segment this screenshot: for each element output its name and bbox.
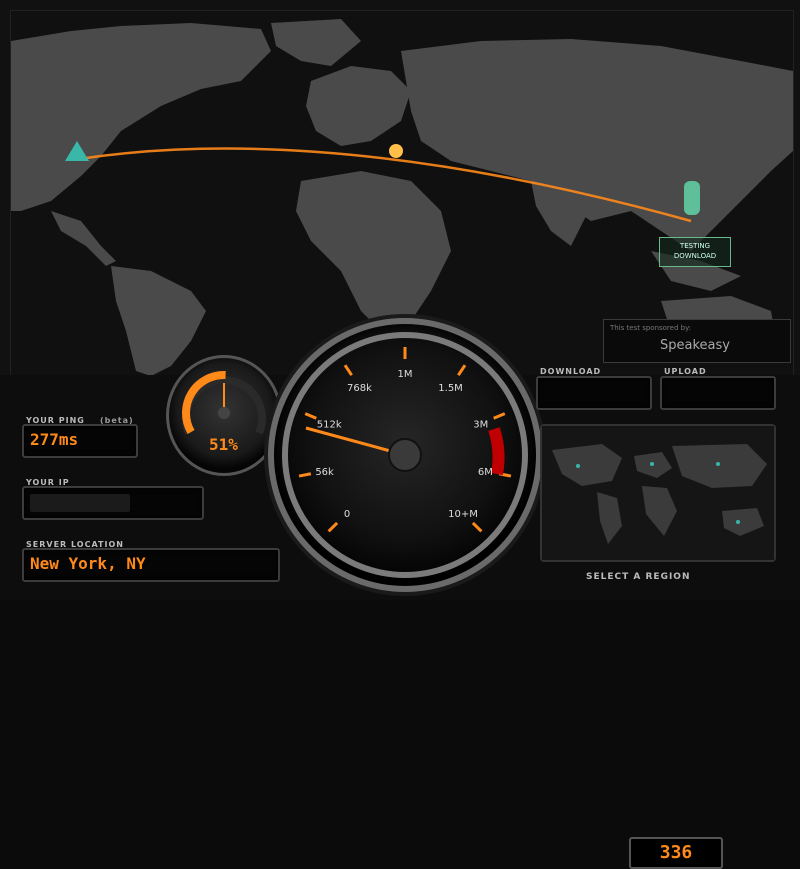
ip-panel [22, 486, 204, 520]
speed-readout-value: 336 [659, 842, 693, 863]
download-label: DOWNLOAD [540, 367, 602, 376]
region-map[interactable] [540, 424, 776, 562]
server-value: New York, NY [30, 554, 146, 573]
upload-label: UPLOAD [664, 367, 707, 376]
speedometer-tick-label: 1M [398, 369, 413, 380]
speedtest-app: TESTING DOWNLOAD This test sponsored by:… [0, 0, 800, 869]
speedometer-tick-label: 0 [344, 509, 350, 520]
server-panel: New York, NY [22, 548, 280, 582]
status-badge: TESTING DOWNLOAD [659, 237, 731, 267]
progress-percent: 51% [209, 435, 238, 454]
speed-readout: 336 [629, 837, 723, 869]
progress-gauge: 51% [166, 355, 282, 476]
speedometer-tick-label: 1.5M [438, 383, 463, 394]
ping-value: 277ms [30, 430, 79, 449]
speedometer-graphic: 0 56k 512k 768k 1M 1.5M 3M 6M 10+M [282, 332, 528, 578]
sponsor-box[interactable]: This test sponsored by: Speakeasy [603, 319, 791, 363]
status-line-2: DOWNLOAD [673, 252, 717, 260]
status-line-1: TESTING [679, 242, 711, 250]
speedometer-redzone [488, 427, 505, 476]
upload-panel [660, 376, 776, 410]
speedometer-tick-label: 768k [347, 383, 372, 394]
progress-gauge-graphic [182, 371, 266, 435]
download-panel [536, 376, 652, 410]
region-map-graphic [542, 426, 774, 560]
speedometer: 0 56k 512k 768k 1M 1.5M 3M 6M 10+M 336 [268, 318, 723, 869]
destination-marker-icon [684, 181, 700, 215]
speedometer-tick-label: 56k [315, 467, 334, 478]
speedometer-tick-label: 3M [473, 420, 488, 431]
speedometer-tick-label: 6M [478, 467, 493, 478]
sponsor-caption: This test sponsored by: [610, 324, 692, 332]
sponsor-name[interactable]: Speakeasy [660, 338, 730, 353]
speedometer-tick-label: 512k [317, 420, 342, 431]
ip-value-redacted [30, 494, 130, 512]
speedometer-tick-label: 10+M [448, 509, 478, 520]
region-title: SELECT A REGION [586, 572, 691, 582]
ping-panel: 277ms [22, 424, 138, 458]
